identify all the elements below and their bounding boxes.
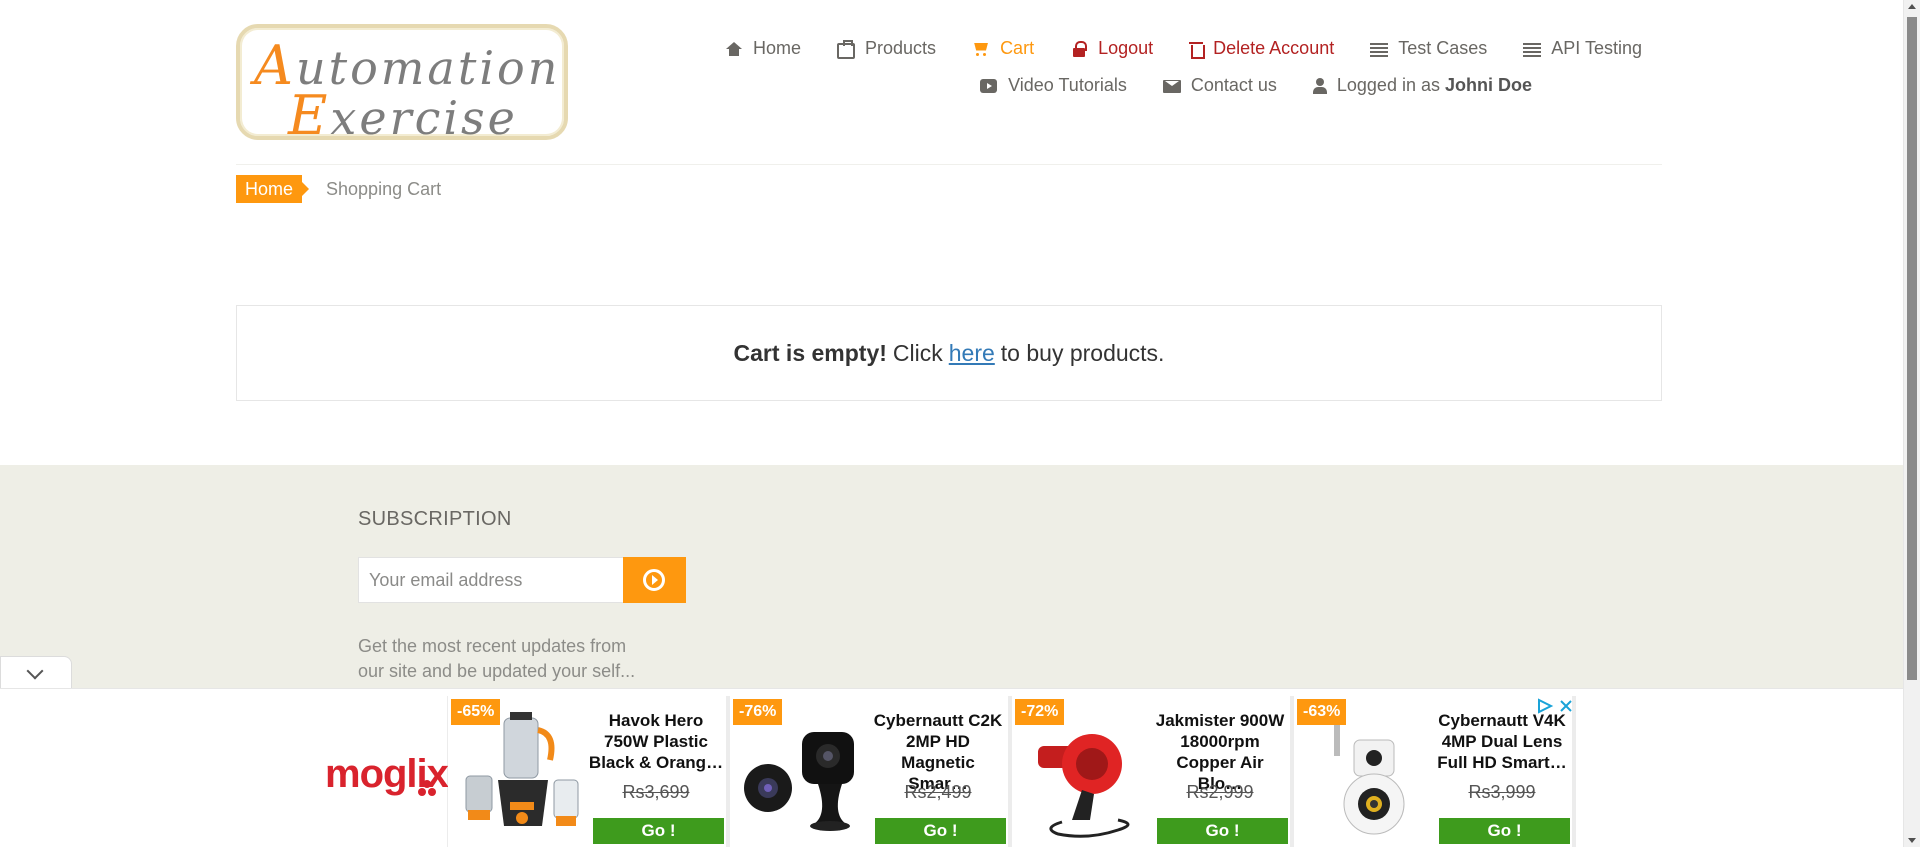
page: Automation Exercise Home Products Cart L…	[0, 0, 1920, 847]
secondary-nav: Video Tutorials Contact us Logged in as J…	[944, 75, 1532, 96]
nav-cart[interactable]: Cart	[972, 38, 1034, 59]
ad-product-title: Cybernautt V4K 4MP Dual Lens Full HD Sma…	[1437, 711, 1567, 772]
ad-collapse-toggle[interactable]	[0, 656, 72, 688]
empty-cart-message: Cart is empty! Click here to buy product…	[236, 305, 1662, 401]
home-icon	[725, 41, 743, 57]
breadcrumb-current: Shopping Cart	[326, 178, 442, 199]
shopping-cart-icon	[972, 41, 990, 57]
list-icon	[1370, 41, 1389, 57]
empty-cart-rest-text: to buy products.	[1000, 339, 1165, 366]
ad-brand-logo[interactable]: moglix	[322, 696, 449, 847]
nav-logged-in-user[interactable]: Logged in as Johni Doe	[1312, 75, 1532, 96]
scrollbar-thumb[interactable]	[1907, 17, 1917, 680]
ad-original-price: Rs3,699	[622, 782, 690, 802]
ad-card[interactable]: -76% Cybernautt C2K 2MP HD Magnetic Smar…	[730, 696, 1008, 847]
ad-original-price: Rs2,999	[1186, 782, 1254, 802]
ad-card[interactable]: -72% Jakmister 900W 18000rpm Copper Air …	[1012, 696, 1290, 847]
empty-cart-heading: Cart is empty!	[733, 339, 887, 366]
scroll-down-arrow-icon[interactable]	[1908, 838, 1916, 843]
ad-banner: moglix -65% Havok Hero 750W Plastic Blac…	[0, 688, 1903, 847]
nav-contact-us[interactable]: Contact us	[1162, 75, 1277, 96]
main-nav: Home Products Cart Logout Delete Account…	[689, 38, 1642, 59]
chevron-down-icon	[26, 662, 44, 680]
subscribe-button[interactable]	[623, 557, 686, 603]
nav-test-cases[interactable]: Test Cases	[1370, 38, 1487, 59]
ad-go-button[interactable]: Go !	[875, 818, 1006, 844]
ad-choices-icon[interactable]	[1536, 698, 1554, 714]
lock-icon	[1070, 40, 1088, 57]
nav-home[interactable]: Home	[725, 38, 801, 59]
envelope-icon	[1162, 78, 1181, 94]
trash-icon	[1189, 41, 1206, 59]
mixer-grinder-image	[465, 712, 579, 826]
youtube-play-icon	[980, 78, 998, 94]
site-logo[interactable]: Automation Exercise	[236, 24, 568, 147]
discount-badge: -65%	[451, 699, 501, 725]
brand-dots-icon	[418, 788, 426, 796]
security-camera-image	[744, 732, 854, 831]
air-blower-image	[1038, 734, 1130, 838]
nav-delete-account[interactable]: Delete Account	[1189, 38, 1334, 59]
empty-cart-click-text: Click	[892, 339, 943, 366]
logo-line-2: Exercise	[288, 84, 518, 147]
username: Johni Doe	[1444, 75, 1532, 95]
subscription-description: Get the most recent updates from our sit…	[358, 636, 636, 681]
nav-api-testing[interactable]: API Testing	[1523, 38, 1642, 59]
ad-brand-name: moglix	[325, 752, 449, 796]
subscription-email-input[interactable]	[358, 557, 624, 603]
ad-go-button[interactable]: Go !	[1157, 818, 1288, 844]
list-icon	[1523, 41, 1542, 57]
dual-lens-camera-image	[1334, 716, 1405, 835]
scroll-up-arrow-icon[interactable]	[1908, 4, 1916, 9]
breadcrumb: Home Shopping Cart	[236, 175, 441, 203]
discount-badge: -72%	[1015, 699, 1065, 725]
nav-products[interactable]: Products	[837, 38, 936, 59]
nav-logout[interactable]: Logout	[1070, 38, 1153, 59]
footer-top-line	[216, 464, 1682, 465]
ad-container: moglix -65% Havok Hero 750W Plastic Blac…	[322, 696, 1576, 847]
discount-badge: -63%	[1297, 699, 1347, 725]
ad-card[interactable]: -65% Havok Hero 750W Plastic Black & Ora…	[448, 696, 726, 847]
briefcase-icon	[837, 39, 856, 59]
vertical-scrollbar[interactable]	[1903, 0, 1920, 847]
user-icon	[1312, 77, 1327, 94]
nav-video-tutorials[interactable]: Video Tutorials	[980, 75, 1127, 96]
ad-go-button[interactable]: Go !	[1439, 818, 1570, 844]
arrow-circle-right-icon	[643, 569, 665, 591]
ad-product-title: Havok Hero 750W Plastic Black & Orang…	[588, 711, 724, 772]
header-divider	[236, 164, 1662, 165]
breadcrumb-home[interactable]: Home	[236, 175, 310, 203]
ad-close-icon[interactable]	[1558, 698, 1574, 714]
ad-original-price: Rs3,999	[1468, 782, 1536, 802]
ad-original-price: Rs2,499	[904, 782, 972, 802]
ad-card[interactable]: -63% Cybernautt V4K 4MP Dual Lens Full H…	[1294, 696, 1572, 847]
ad-go-button[interactable]: Go !	[593, 818, 724, 844]
buy-products-link[interactable]: here	[949, 340, 995, 367]
subscription-title: SUBSCRIPTION	[358, 508, 512, 530]
discount-badge: -76%	[733, 699, 783, 725]
